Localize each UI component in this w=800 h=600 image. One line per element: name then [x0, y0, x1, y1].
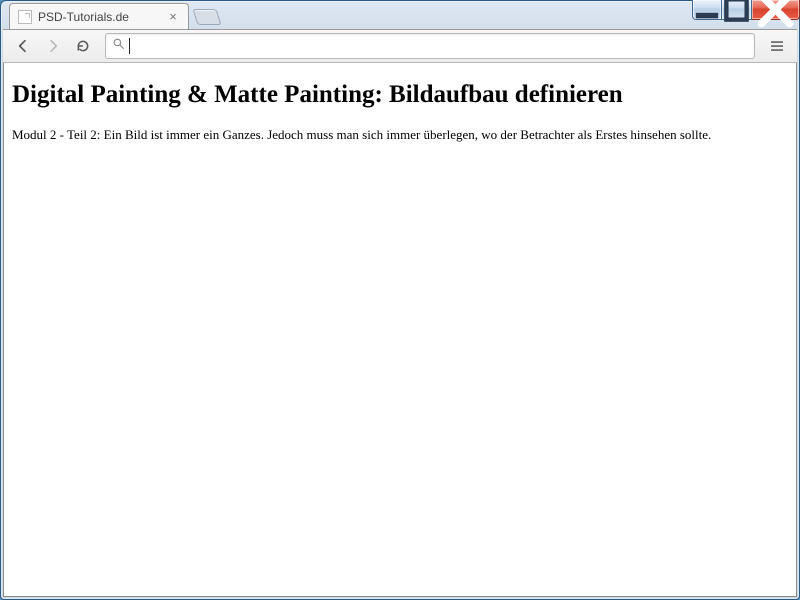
- new-tab-button[interactable]: [192, 9, 221, 25]
- address-bar[interactable]: [105, 33, 755, 59]
- window-controls: [692, 0, 800, 20]
- chrome-menu-button[interactable]: [763, 33, 791, 59]
- file-icon: [18, 10, 32, 24]
- back-button[interactable]: [9, 33, 37, 59]
- page-heading: Digital Painting & Matte Painting: Bilda…: [12, 81, 788, 110]
- browser-window: PSD-Tutorials.de × Digital Painting & Ma…: [0, 0, 800, 600]
- page-viewport: Digital Painting & Matte Painting: Bilda…: [3, 63, 797, 597]
- browser-tab-active[interactable]: PSD-Tutorials.de ×: [9, 3, 189, 29]
- search-icon: [112, 37, 125, 55]
- window-maximize-button[interactable]: [722, 0, 752, 20]
- page-paragraph: Modul 2 - Teil 2: Ein Bild ist immer ein…: [12, 126, 788, 144]
- forward-button[interactable]: [39, 33, 67, 59]
- window-minimize-button[interactable]: [692, 0, 722, 20]
- tab-close-button[interactable]: ×: [166, 10, 180, 24]
- page-content-scroll[interactable]: Digital Painting & Matte Painting: Bilda…: [4, 63, 796, 596]
- address-input[interactable]: [130, 35, 748, 57]
- window-close-button[interactable]: [752, 0, 800, 20]
- reload-button[interactable]: [69, 33, 97, 59]
- browser-toolbar: [3, 29, 797, 63]
- tab-title: PSD-Tutorials.de: [38, 10, 160, 24]
